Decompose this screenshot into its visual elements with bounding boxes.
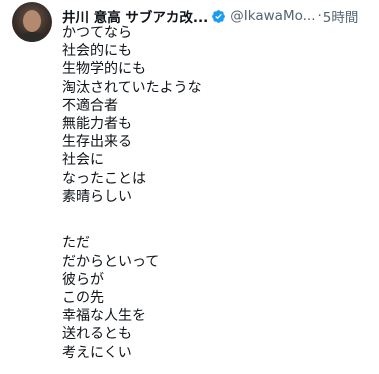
paragraph-2: ただ だからといって 彼らが この先 幸福な人生を 送れるとも 考えにくい: [62, 234, 362, 361]
tweet[interactable]: 井川 意高 サブアカ改... @IkawaMo... · 5時間 かつてなら 社…: [0, 0, 379, 374]
tweet-header: 井川 意高 サブアカ改... @IkawaMo... · 5時間: [62, 6, 373, 26]
tweet-line: 無能力者も: [62, 115, 132, 132]
verified-badge-icon: [212, 9, 226, 23]
tweet-line: ただ: [62, 235, 90, 252]
tweet-line: 生存出来る: [62, 134, 132, 151]
tweet-line: この先: [62, 290, 104, 307]
tweet-line: 送れるとも: [62, 326, 132, 343]
tweet-line: 考えにくい: [62, 344, 132, 361]
tweet-line: 淘汰されていたような: [62, 79, 202, 96]
avatar-shirt: [16, 32, 48, 42]
tweet-line: 素晴らしい: [62, 188, 132, 205]
tweet-line: 社会に: [62, 152, 104, 169]
tweet-line: だからといって: [62, 253, 160, 270]
author-handle[interactable]: @IkawaMo...: [230, 8, 315, 24]
avatar[interactable]: [12, 2, 52, 42]
tweet-line: かつてなら: [62, 25, 132, 41]
timestamp[interactable]: 5時間: [323, 6, 359, 26]
tweet-line: 生物学的にも: [62, 61, 146, 78]
tweet-line: なったことは: [62, 170, 146, 187]
tweet-body: かつてなら 社会的にも 生物学的にも 淘汰されていたような 不適合者 無能力者も…: [62, 24, 362, 362]
paragraph-1: かつてなら 社会的にも 生物学的にも 淘汰されていたような 不適合者 無能力者も…: [62, 24, 362, 206]
tweet-line: 社会的にも: [62, 43, 132, 60]
avatar-face: [23, 10, 41, 32]
separator-dot: ·: [317, 8, 322, 24]
author-name[interactable]: 井川 意高 サブアカ改...: [62, 6, 208, 26]
tweet-line: 彼らが: [62, 271, 104, 288]
tweet-line: 幸福な人生を: [62, 308, 146, 325]
tweet-line: 不適合者: [62, 97, 118, 114]
